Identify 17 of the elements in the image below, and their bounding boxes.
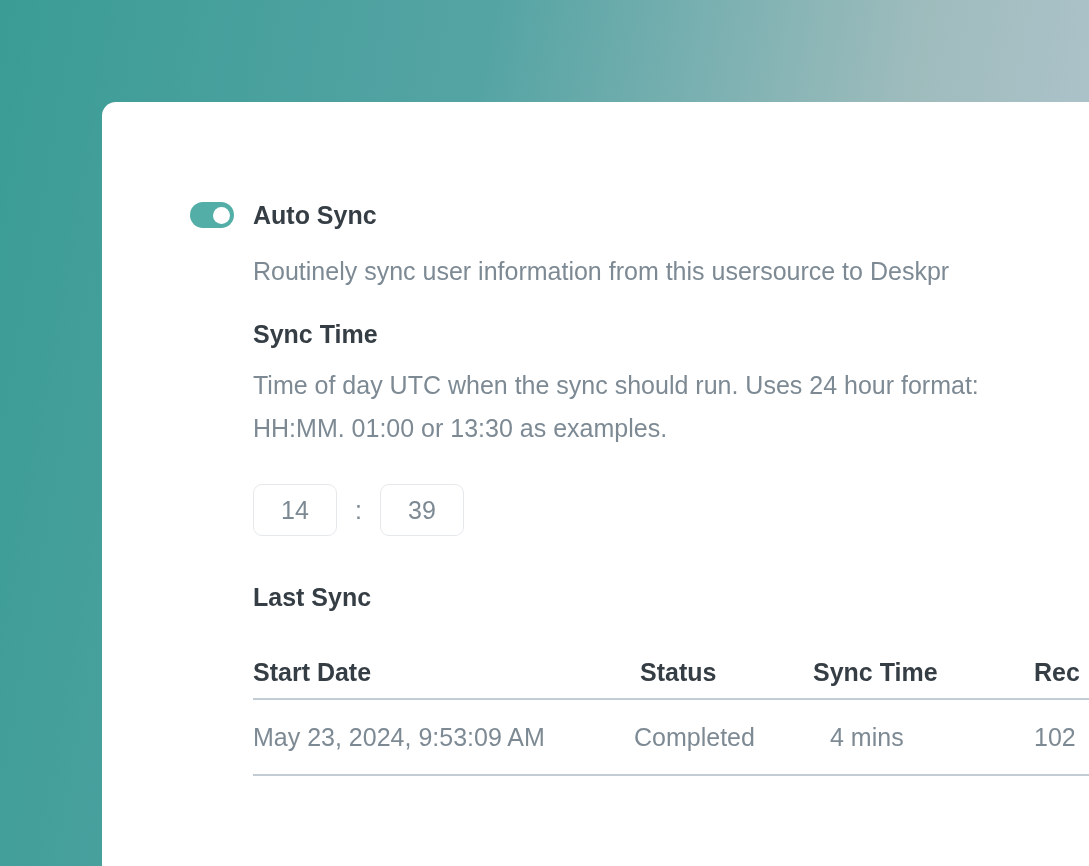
hours-input[interactable]: 14 <box>253 484 337 536</box>
auto-sync-toggle[interactable] <box>190 202 234 228</box>
column-header: Rec <box>1034 657 1081 687</box>
table-cell-text: 102 <box>1034 722 1077 752</box>
table-cell-text: May 23, 2024, 9:53:09 AM <box>253 722 546 752</box>
column-header: Status <box>640 657 718 687</box>
auto-sync-description: Routinely sync user information from this usersource to Deskpr <box>253 256 951 287</box>
column-header: Sync Time <box>813 657 939 687</box>
time-separator: : <box>354 495 363 525</box>
minutes-input[interactable]: 39 <box>380 484 464 536</box>
table-cell-text: Completed <box>634 722 756 752</box>
column-header: Start Date <box>253 657 373 687</box>
sync-time-description: Time of day UTC when the sync should run. Uses 24 hour format: HH:MM. 01:00 or 13:30 as examples. <box>253 370 980 444</box>
last-sync-heading: Last Sync <box>253 582 373 612</box>
auto-sync-label: Auto Sync <box>253 200 377 230</box>
table-cell-text: 4 mins <box>829 722 905 752</box>
sync-time-heading: Sync Time <box>253 319 379 349</box>
